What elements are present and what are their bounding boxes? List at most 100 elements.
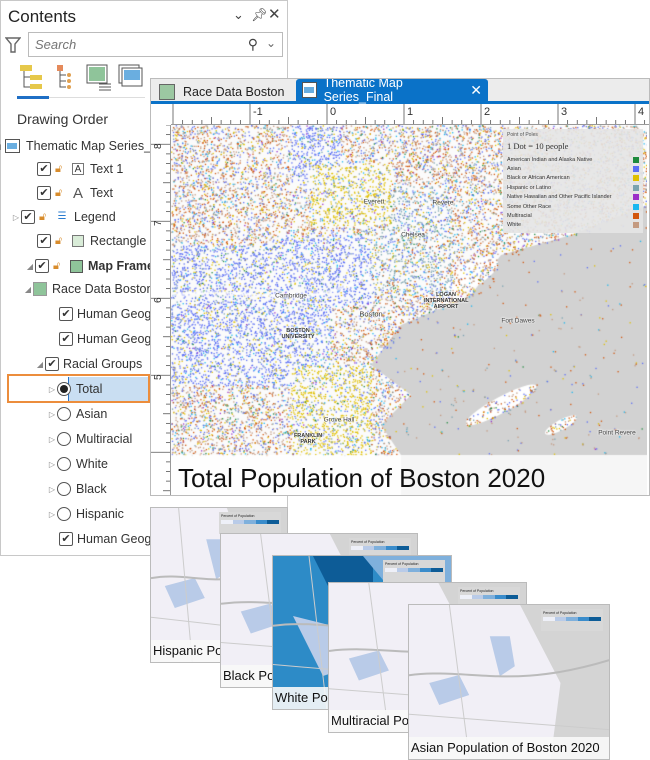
legend-label: Some Other Race	[507, 203, 552, 210]
pane-title: Contents	[8, 7, 77, 26]
tree-item-text[interactable]: ✔ 🔓︎ A Text	[37, 182, 113, 204]
drawing-order-icon[interactable]	[18, 63, 46, 91]
tree-item-race-data-boston[interactable]: ◢ Race Data Boston	[23, 278, 153, 300]
place-label-franklin-park: FRANKLIN PARK	[293, 433, 323, 445]
tree-item-thematic-map-series[interactable]: ◢Thematic Map Series_	[0, 135, 151, 157]
legend-dot-scale: 1 Dot = 10 people	[507, 141, 569, 151]
tree-item-white[interactable]: ▷ White	[47, 453, 108, 475]
layout-icon	[3, 139, 21, 153]
expand-arrow-icon[interactable]: ▷	[47, 410, 57, 419]
visibility-checkbox[interactable]: ✔	[21, 210, 35, 224]
tree-item-black[interactable]: ▷ Black	[47, 478, 107, 500]
expand-arrow-icon[interactable]: ▷	[47, 510, 57, 519]
tree-item-text-1[interactable]: ✔ 🔓︎ A Text 1	[37, 158, 123, 180]
item-label: Thematic Map Series_	[26, 139, 152, 153]
chevron-down-icon[interactable]: ⌄	[233, 7, 244, 23]
divider	[49, 97, 145, 98]
item-label: Map Frame	[88, 259, 154, 273]
place-label-grove-hall: Grove Hall	[323, 416, 355, 424]
legend-item: White	[507, 221, 639, 230]
map-series-page-thumbnail[interactable]: Percent of Population Asian Population of…	[408, 604, 610, 760]
layout-icon	[302, 82, 317, 98]
tree-item-racial-groups[interactable]: ◢ ✔ Racial Groups	[35, 353, 142, 375]
item-label: Legend	[74, 210, 116, 224]
active-view-indicator	[17, 96, 49, 99]
thumbnail-legend-title: Percent of Population	[460, 589, 494, 593]
unlock-icon[interactable]: 🔓︎	[55, 163, 67, 175]
place-label-everett: Everett	[363, 198, 385, 206]
unlock-icon[interactable]: 🔓︎	[55, 187, 67, 199]
visibility-radio[interactable]	[57, 507, 71, 521]
visibility-checkbox[interactable]: ✔	[45, 357, 59, 371]
filter-icon[interactable]	[4, 36, 22, 59]
item-label: Black	[76, 482, 107, 496]
tree-item-total[interactable]: ▷ Total	[47, 378, 102, 400]
collapse-arrow-icon[interactable]: ◢	[25, 262, 35, 271]
visibility-radio[interactable]	[57, 432, 71, 446]
expand-arrow-icon[interactable]: ▷	[47, 435, 57, 444]
thumbnail-legend-title: Percent of Population	[351, 540, 385, 544]
selection-icon[interactable]	[54, 63, 82, 91]
collapse-arrow-icon[interactable]: ◢	[35, 360, 45, 369]
legend-swatch	[633, 222, 639, 229]
item-label: Hispanic	[76, 507, 124, 521]
item-label: Text	[90, 186, 113, 200]
search-box[interactable]: ⚲ ⌄	[28, 32, 283, 57]
visibility-radio[interactable]	[57, 482, 71, 496]
expand-arrow-icon[interactable]: ▷	[11, 213, 21, 222]
item-label: Text 1	[90, 162, 124, 176]
unlock-icon[interactable]: 🔓︎	[53, 260, 65, 272]
tree-item-hispanic[interactable]: ▷ Hispanic	[47, 503, 124, 525]
visibility-checkbox[interactable]: ✔	[37, 186, 51, 200]
legend-swatch	[633, 194, 639, 201]
visibility-radio[interactable]	[57, 382, 71, 396]
legend-item: Native Hawaiian and Other Pacific Island…	[507, 193, 639, 202]
pin-icon[interactable]: 📌︎	[251, 7, 268, 23]
visibility-checkbox[interactable]: ✔	[59, 307, 73, 321]
item-label: Total	[76, 382, 103, 396]
legend-swatch	[633, 166, 639, 173]
legend-label: Black or African American	[507, 175, 570, 182]
tree-item-asian[interactable]: ▷ Asian	[47, 403, 107, 425]
tab-thematic-map-series-final[interactable]: Thematic Map Series_Final ✕	[296, 78, 488, 104]
tree-item-rectangle[interactable]: ✔ 🔓︎ Rectangle	[37, 230, 146, 252]
visibility-checkbox[interactable]: ✔	[59, 332, 73, 346]
tree-item-multiracial[interactable]: ▷ Multiracial	[47, 428, 132, 450]
legend-item: American Indian and Alaska Native	[507, 155, 639, 164]
place-label-boston-university: BOSTON UNIVERSITY	[281, 328, 315, 340]
visibility-radio[interactable]	[57, 407, 71, 421]
search-icon[interactable]: ⚲	[248, 36, 258, 53]
map-legend[interactable]: Point of Poles 1 Dot = 10 people America…	[503, 129, 643, 233]
visibility-radio[interactable]	[57, 457, 71, 471]
map-title[interactable]: Total Population of Boston 2020	[178, 463, 545, 494]
place-label-fort-dawes: Fort Dawes	[501, 317, 535, 325]
view-tab-bar: Race Data Boston Thematic Map Series_Fin…	[151, 78, 649, 104]
tab-race-data-boston[interactable]: Race Data Boston	[153, 81, 290, 102]
map-frames-icon[interactable]	[85, 63, 113, 91]
close-icon[interactable]: ✕	[268, 5, 281, 23]
visibility-checkbox[interactable]: ✔	[59, 532, 73, 546]
tree-item-map-frame[interactable]: ◢ ✔ 🔓︎ Map Frame	[25, 255, 154, 277]
tab-label: Thematic Map Series_Final	[323, 78, 403, 104]
expand-arrow-icon[interactable]: ▷	[47, 460, 57, 469]
visibility-checkbox[interactable]: ✔	[37, 162, 51, 176]
visibility-checkbox[interactable]: ✔	[37, 234, 51, 248]
close-tab-icon[interactable]: ✕	[470, 82, 482, 99]
tree-item-legend[interactable]: ▷ ✔ 🔓︎ ☰ Legend	[11, 206, 116, 228]
expand-arrow-icon[interactable]: ▷	[47, 385, 57, 394]
search-options-chevron-icon[interactable]: ⌄	[266, 36, 276, 50]
section-heading: Drawing Order	[17, 111, 109, 127]
visibility-checkbox[interactable]: ✔	[35, 259, 49, 273]
unlock-icon[interactable]: 🔓︎	[55, 235, 67, 247]
legend-swatch	[633, 203, 639, 210]
place-label-cambridge: Cambridge	[275, 292, 307, 300]
thumbnail-legend-title: Percent of Population	[543, 611, 577, 615]
layout-view-window: Race Data Boston Thematic Map Series_Fin…	[150, 78, 650, 496]
unlock-icon[interactable]: 🔓︎	[39, 211, 51, 223]
collapse-arrow-icon[interactable]: ◢	[23, 285, 33, 294]
legend-item: Hispanic or Latino	[507, 183, 639, 192]
search-input[interactable]	[29, 33, 229, 56]
expand-arrow-icon[interactable]: ▷	[47, 485, 57, 494]
map-series-icon[interactable]	[117, 63, 145, 91]
vertical-ruler: 8 7 6 5	[151, 125, 171, 495]
